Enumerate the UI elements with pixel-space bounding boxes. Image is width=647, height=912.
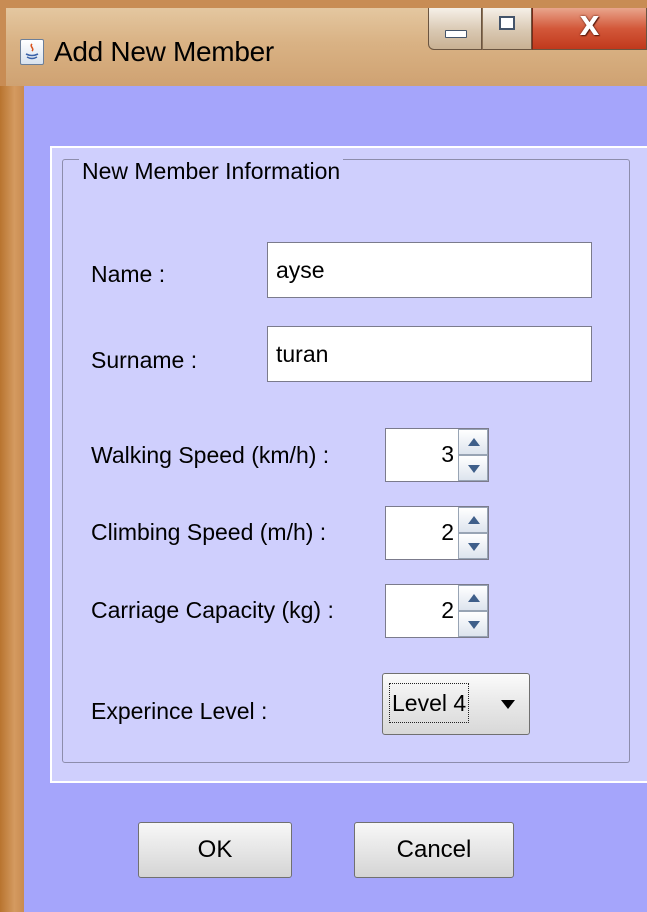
arrow-down-icon (468, 543, 480, 551)
arrow-down-icon (468, 621, 480, 629)
experience-level-label: Experince Level : (91, 698, 268, 724)
surname-label: Surname : (91, 347, 198, 373)
dialog-window: Add New Member X New Member Information … (0, 0, 647, 912)
walking-speed-down-button[interactable] (458, 455, 488, 481)
experience-level-dropdown[interactable]: Level 4 (382, 673, 530, 735)
arrow-up-icon (468, 516, 480, 524)
close-button[interactable]: X (532, 8, 647, 50)
arrow-up-icon (468, 594, 480, 602)
member-info-panel: New Member Information Name : ayse Surna… (50, 146, 647, 783)
climbing-speed-spinner[interactable]: 2 (385, 506, 489, 560)
window-border (0, 86, 24, 912)
cancel-button[interactable]: Cancel (354, 822, 514, 878)
climbing-speed-label: Climbing Speed (m/h) : (91, 519, 327, 545)
spinner-buttons (458, 585, 488, 637)
name-label: Name : (91, 261, 166, 287)
maximize-button[interactable] (482, 8, 532, 50)
carriage-capacity-up-button[interactable] (458, 585, 488, 611)
chevron-down-icon (501, 700, 515, 709)
climbing-speed-down-button[interactable] (458, 533, 488, 559)
group-border: New Member Information Name : ayse Surna… (62, 158, 630, 763)
walking-speed-label: Walking Speed (km/h) : (91, 442, 330, 468)
walking-speed-value: 3 (441, 441, 454, 467)
close-icon: X (579, 12, 600, 42)
carriage-capacity-spinner[interactable]: 2 (385, 584, 489, 638)
walking-speed-spinner[interactable]: 3 (385, 428, 489, 482)
experience-level-value: Level 4 (389, 683, 470, 723)
carriage-capacity-label: Carriage Capacity (kg) : (91, 597, 334, 623)
arrow-down-icon (468, 465, 480, 473)
java-icon (20, 39, 44, 65)
spinner-buttons (458, 507, 488, 559)
walking-speed-up-button[interactable] (458, 429, 488, 455)
climbing-speed-value: 2 (441, 519, 454, 545)
maximize-icon (499, 16, 515, 30)
minimize-icon (445, 30, 467, 38)
minimize-button[interactable] (428, 8, 482, 50)
name-input[interactable]: ayse (267, 242, 592, 298)
dialog-content: New Member Information Name : ayse Surna… (24, 86, 647, 912)
carriage-capacity-down-button[interactable] (458, 611, 488, 637)
climbing-speed-up-button[interactable] (458, 507, 488, 533)
surname-input[interactable]: turan (267, 326, 592, 382)
arrow-up-icon (468, 438, 480, 446)
window-title: Add New Member (54, 36, 274, 67)
group-title: New Member Information (79, 158, 344, 184)
spinner-buttons (458, 429, 488, 481)
ok-button[interactable]: OK (138, 822, 292, 878)
carriage-capacity-value: 2 (441, 597, 454, 623)
